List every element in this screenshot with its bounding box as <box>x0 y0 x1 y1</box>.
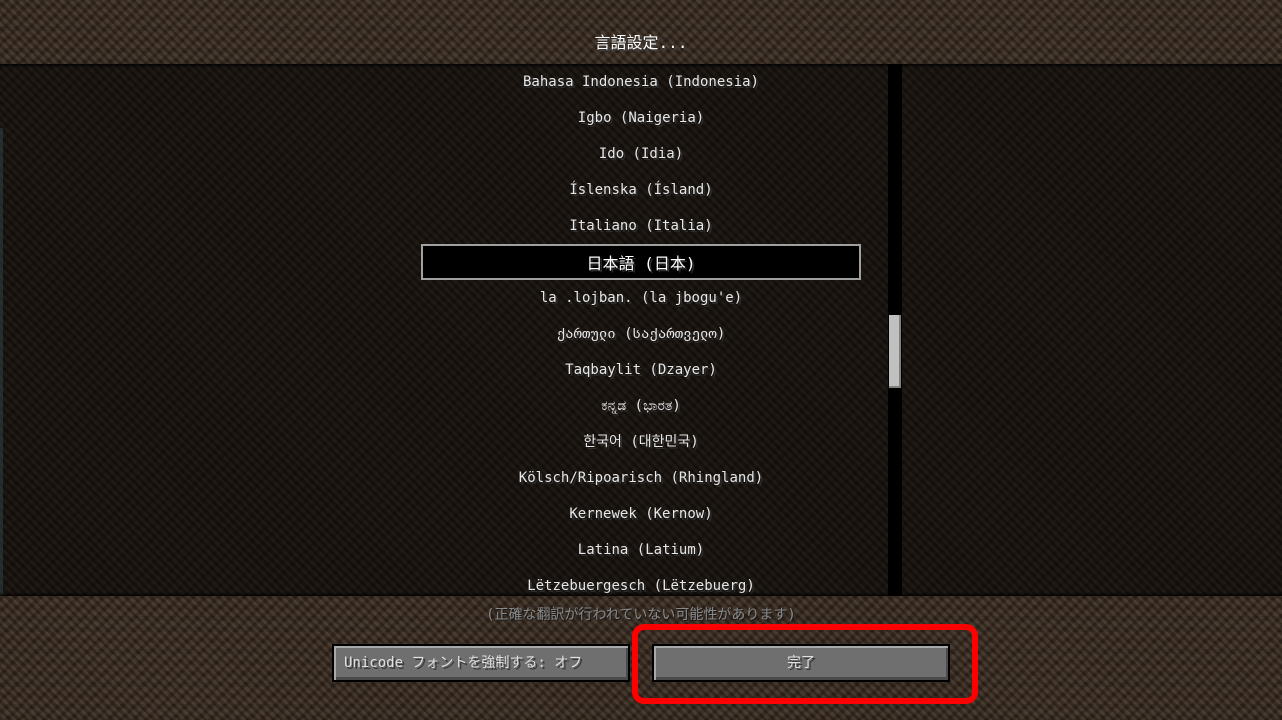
language-item[interactable]: Íslenska (Ísland) <box>421 172 861 208</box>
force-unicode-font-button[interactable]: Unicode フォントを強制する: オフ <box>332 644 630 682</box>
language-item[interactable]: ქართული (საქართველო) <box>421 316 861 352</box>
language-item[interactable]: Italiano (Italia) <box>421 208 861 244</box>
language-item-selected[interactable]: 日本語 (日本) <box>421 244 861 280</box>
language-list-panel[interactable]: Bahasa Indonesia (Indonesia) Igbo (Naiger… <box>0 64 1282 596</box>
language-item[interactable]: Igbo (Naigeria) <box>421 100 861 136</box>
language-item[interactable]: Kölsch/Ripoarisch (Rhingland) <box>421 460 861 496</box>
language-item[interactable]: Taqbaylit (Dzayer) <box>421 352 861 388</box>
language-item[interactable]: ಕನ್ನಡ (ಭಾರತ) <box>421 388 861 424</box>
left-edge <box>0 128 3 596</box>
language-item[interactable]: Kernewek (Kernow) <box>421 496 861 532</box>
page-title: 言語設定... <box>594 33 688 52</box>
language-item[interactable]: Lëtzebuergesch (Lëtzebuerg) <box>421 568 861 596</box>
language-item[interactable]: Latina (Latium) <box>421 532 861 568</box>
language-item[interactable]: la .lojban. (la jbogu'e) <box>421 280 861 316</box>
language-item[interactable]: Bahasa Indonesia (Indonesia) <box>421 64 861 100</box>
done-button[interactable]: 完了 <box>652 644 950 682</box>
language-item[interactable]: Ido (Idia) <box>421 136 861 172</box>
language-item[interactable]: 한국어 (대한민국) <box>421 424 861 460</box>
scrollbar-thumb[interactable] <box>889 315 901 388</box>
translation-warning: (正確な翻訳が行われていない可能性があります) <box>486 607 796 623</box>
language-settings-screen: 言語設定... Bahasa Indonesia (Indonesia) Igbo… <box>0 0 1282 720</box>
